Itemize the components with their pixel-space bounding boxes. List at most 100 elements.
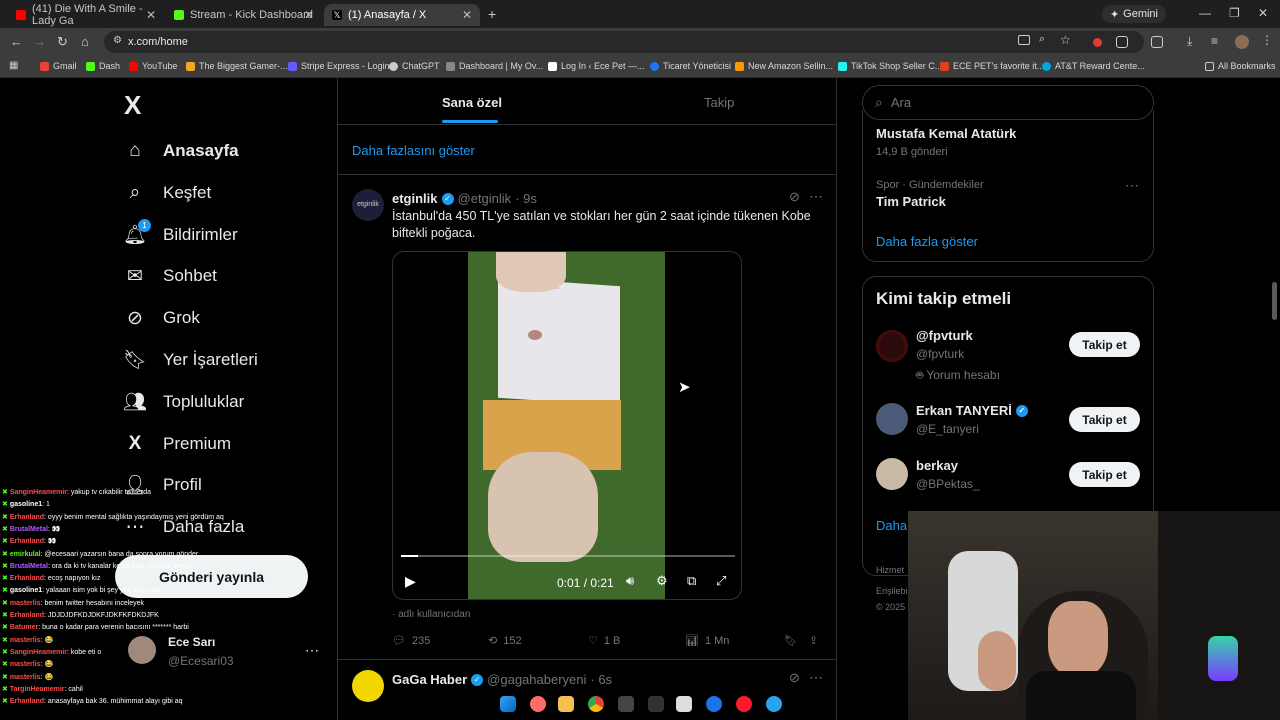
show-more-posts[interactable]: Daha fazlasını göster <box>352 143 475 158</box>
tweet-time[interactable]: · 6s <box>590 672 612 687</box>
minimize-icon[interactable]: — <box>1199 6 1211 20</box>
footer-link[interactable]: Hizmet <box>876 565 904 575</box>
nav-home[interactable]: ⌂ Anasayfa <box>124 139 238 163</box>
maximize-icon[interactable]: ❐ <box>1229 6 1240 20</box>
reply-button[interactable]: 💬︎ 235 <box>392 634 430 648</box>
extensions-icon[interactable] <box>1116 36 1128 48</box>
start-icon[interactable] <box>500 696 516 712</box>
tab-for-you[interactable]: Sana özel <box>442 95 502 110</box>
bookmark-item[interactable]: Ticaret Yöneticisi <box>650 61 731 71</box>
more-options-icon[interactable]: ⋯ <box>809 669 823 686</box>
play-icon[interactable]: ▶ <box>405 573 416 590</box>
more-options-icon[interactable]: ⋯ <box>809 188 823 205</box>
share-button[interactable]: ⇪ <box>809 634 818 647</box>
gemini-button[interactable]: ✦ Gemini <box>1101 5 1166 23</box>
bookmark-item[interactable]: TikTok Shop Seller C... <box>838 61 942 71</box>
app-icon[interactable] <box>766 696 782 712</box>
close-tab-icon[interactable]: ✕ <box>304 8 314 22</box>
avatar[interactable] <box>876 458 908 490</box>
scrollbar-thumb[interactable] <box>1272 282 1277 320</box>
fullscreen-icon[interactable]: ⤢ <box>716 573 726 589</box>
address-bar[interactable]: ⚙ x.com/home ⌕ ☆ <box>104 31 1144 53</box>
tweet-author-handle[interactable]: @gagahaberyeni <box>487 672 586 687</box>
chrome-icon[interactable] <box>588 696 604 712</box>
site-info-icon[interactable]: ⚙ <box>113 35 122 46</box>
opera-icon[interactable] <box>736 696 752 712</box>
nav-premium[interactable]: X Premium <box>124 432 231 456</box>
suggestion-name[interactable]: @fpvturk <box>916 328 973 343</box>
bookmark-item[interactable]: Stripe Express - Login <box>288 61 390 71</box>
download-icon[interactable]: ⤓ <box>1187 34 1192 49</box>
like-button[interactable]: ♡ 1 B <box>588 634 620 648</box>
browser-tab-x[interactable]: 𝕏 (1) Anasayfa / X ✕ <box>324 4 480 26</box>
trend-title[interactable]: Tim Patrick <box>876 194 946 209</box>
nav-bookmarks[interactable]: 🔖︎ Yer İşaretleri <box>123 348 258 372</box>
suggestion-handle[interactable]: @BPektas_ <box>916 477 980 491</box>
tweet-time[interactable]: · 9s <box>515 191 537 206</box>
bookmark-item[interactable]: Gmail <box>40 61 77 71</box>
tweet-author-name[interactable]: etginlik <box>392 191 438 206</box>
bookmark-item[interactable]: AT&T Reward Cente... <box>1042 61 1145 71</box>
follow-button[interactable]: Takip et <box>1069 407 1140 432</box>
avatar[interactable] <box>128 636 156 664</box>
bookmark-item[interactable]: New Amazon Sellin... <box>735 61 833 71</box>
follow-button[interactable]: Takip et <box>1069 462 1140 487</box>
suggestion-name[interactable]: Erkan TANYERİ <box>916 403 1012 418</box>
grok-icon[interactable]: ⊘ <box>789 670 800 686</box>
apps-grid-icon[interactable]: ▦ <box>9 60 18 71</box>
volume-icon[interactable]: 🔊︎ <box>626 573 634 589</box>
picture-in-picture-icon[interactable]: ⧉ <box>687 573 696 589</box>
more-options-icon[interactable]: ⋯ <box>1125 177 1139 194</box>
menu-icon[interactable]: ⋮ <box>1261 33 1273 47</box>
settings-icon[interactable]: ⚙ <box>656 573 668 589</box>
nav-explore[interactable]: ⌕ Keşfet <box>124 181 212 205</box>
bookmark-item[interactable]: Dashboard | My Ov... <box>446 61 543 71</box>
suggestion-handle[interactable]: @fpvturk <box>916 347 964 361</box>
show-more-trends[interactable]: Daha fazla göster <box>876 234 978 249</box>
nav-messages[interactable]: ✉ Sohbet <box>124 264 217 288</box>
footer-link[interactable]: Erişilebi <box>876 586 908 596</box>
back-icon[interactable]: ← <box>10 34 23 49</box>
show-more-follow[interactable]: Daha <box>876 518 907 533</box>
bookmark-item[interactable]: Dash <box>86 61 120 71</box>
bookmark-item[interactable]: ECE PET's favorite it... <box>940 61 1044 71</box>
trend-title[interactable]: Mustafa Kemal Atatürk <box>876 126 1016 141</box>
grid-icon[interactable] <box>648 696 664 712</box>
x-logo[interactable]: X <box>124 90 141 121</box>
bookmark-item[interactable]: The Biggest Gamer-... <box>186 61 288 71</box>
all-bookmarks[interactable]: All Bookmarks <box>1205 61 1276 71</box>
folder-icon[interactable] <box>558 696 574 712</box>
account-menu-icon[interactable]: ⋯ <box>305 642 319 659</box>
app-icon[interactable] <box>676 696 692 712</box>
sidepanel-icon[interactable] <box>1151 36 1163 48</box>
install-app-icon[interactable] <box>1018 35 1030 45</box>
bookmark-button[interactable]: 🔖︎ <box>784 634 798 647</box>
star-icon[interactable]: ☆ <box>1060 33 1071 47</box>
browser-tab-youtube[interactable]: (41) Die With A Smile - Lady Ga ✕ <box>8 3 164 27</box>
reload-icon[interactable]: ↻ <box>57 34 68 50</box>
views-button[interactable]: 📊︎ 1 Mn <box>685 634 729 648</box>
grok-icon[interactable]: ⊘ <box>789 189 800 205</box>
app-icon[interactable] <box>618 696 634 712</box>
tab-search-icon[interactable]: ≡ <box>1211 34 1218 48</box>
extension-icon[interactable] <box>1093 38 1102 47</box>
follow-button[interactable]: Takip et <box>1069 332 1140 357</box>
forward-icon[interactable]: → <box>33 34 46 49</box>
suggestion-name[interactable]: berkay <box>916 458 958 473</box>
bookmark-item[interactable]: YouTube <box>129 61 177 71</box>
app-icon[interactable] <box>530 696 546 712</box>
nav-communities[interactable]: 👥︎ Topluluklar <box>123 390 244 414</box>
close-tab-icon[interactable]: ✕ <box>462 8 472 22</box>
video-progress-track[interactable] <box>401 555 735 557</box>
bookmark-item[interactable]: ChatGPT <box>389 61 440 71</box>
zoom-icon[interactable]: ⌕ <box>1039 33 1045 46</box>
avatar[interactable] <box>876 330 908 362</box>
tab-following[interactable]: Takip <box>704 95 734 110</box>
new-tab-button[interactable]: + <box>488 6 496 22</box>
profile-avatar-icon[interactable] <box>1235 35 1249 49</box>
suggestion-handle[interactable]: @E_tanyeri <box>916 422 979 436</box>
home-browser-icon[interactable]: ⌂ <box>81 34 89 49</box>
nav-grok[interactable]: ⊘ Grok <box>124 306 200 330</box>
close-tab-icon[interactable]: ✕ <box>146 8 156 22</box>
avatar[interactable] <box>876 403 908 435</box>
